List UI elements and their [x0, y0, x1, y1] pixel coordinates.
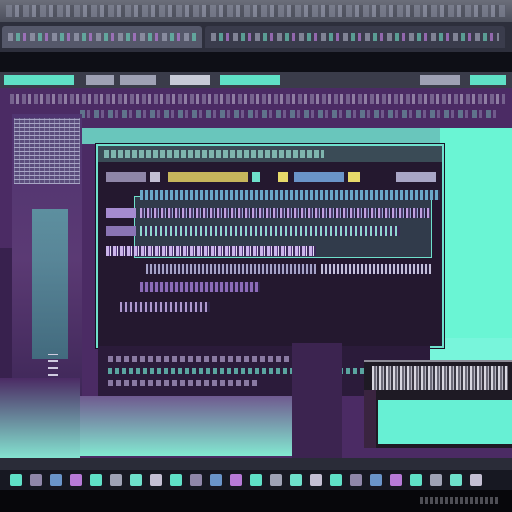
monitor-screen	[378, 400, 512, 444]
app-icon[interactable]	[10, 474, 22, 486]
monitor-header[interactable]	[372, 366, 508, 390]
menu-bar	[0, 52, 512, 72]
status-bar	[0, 458, 512, 470]
app-icon[interactable]	[170, 474, 182, 486]
app-icon[interactable]	[130, 474, 142, 486]
toolbar-button[interactable]	[4, 75, 74, 85]
footer-text-blur	[420, 497, 500, 504]
app-icon[interactable]	[370, 474, 382, 486]
track-row[interactable]	[106, 264, 436, 274]
toolbar-button[interactable]	[420, 75, 460, 85]
app-icon[interactable]	[470, 474, 482, 486]
track-waveform	[140, 208, 430, 218]
app-icon[interactable]	[190, 474, 202, 486]
track-row[interactable]	[106, 208, 436, 218]
app-icon[interactable]	[150, 474, 162, 486]
track-waveform	[140, 190, 440, 200]
toolbar-button[interactable]	[220, 75, 280, 85]
dialog-tool[interactable]	[396, 172, 436, 182]
left-preview	[0, 378, 80, 458]
level-meter	[32, 209, 68, 359]
toolbar	[0, 72, 512, 88]
tab-active[interactable]	[2, 26, 202, 48]
dialog-tool[interactable]	[252, 172, 260, 182]
ruler-row	[80, 110, 500, 118]
track-waveform	[106, 246, 316, 256]
taskbar	[0, 470, 512, 490]
dialog-tool[interactable]	[168, 172, 248, 182]
track-row[interactable]	[106, 246, 436, 256]
toolbar-button[interactable]	[170, 75, 210, 85]
track-row[interactable]	[106, 190, 440, 200]
track-header[interactable]	[106, 208, 136, 218]
toolbar-button[interactable]	[120, 75, 156, 85]
app-icon[interactable]	[50, 474, 62, 486]
dialog-tool[interactable]	[150, 172, 160, 182]
thumbnail-grid[interactable]	[14, 118, 80, 184]
app-icon[interactable]	[330, 474, 342, 486]
left-edge-column	[0, 248, 12, 388]
app-icon[interactable]	[230, 474, 242, 486]
property-row[interactable]	[108, 368, 408, 374]
title-bar-content	[6, 5, 506, 17]
app-icon[interactable]	[270, 474, 282, 486]
track-header[interactable]	[106, 226, 136, 236]
app-icon[interactable]	[30, 474, 42, 486]
workspace	[0, 88, 512, 463]
app-icon[interactable]	[110, 474, 122, 486]
track-waveform	[120, 302, 210, 312]
track-waveform	[140, 226, 400, 236]
preview-area	[80, 396, 295, 456]
dialog-title-blur	[104, 150, 324, 158]
dialog-tool[interactable]	[348, 172, 360, 182]
monitor-stand	[364, 390, 376, 448]
app-icon[interactable]	[450, 474, 462, 486]
app-icon[interactable]	[430, 474, 442, 486]
track-row[interactable]	[106, 302, 436, 312]
screen	[0, 0, 512, 512]
path-row	[10, 94, 505, 104]
footer-bar	[0, 490, 512, 512]
divider-column	[292, 343, 342, 463]
app-icon[interactable]	[250, 474, 262, 486]
app-icon[interactable]	[90, 474, 102, 486]
track-row[interactable]	[106, 282, 436, 292]
dialog-toolbar	[106, 172, 436, 182]
app-icon[interactable]	[350, 474, 362, 486]
editor-dialog	[96, 144, 444, 348]
highlight-strip	[82, 128, 442, 144]
track-waveform	[146, 264, 316, 274]
app-icon[interactable]	[210, 474, 222, 486]
toolbar-button[interactable]	[86, 75, 114, 85]
app-icon[interactable]	[290, 474, 302, 486]
track-waveform	[140, 282, 260, 292]
app-icon[interactable]	[390, 474, 402, 486]
app-icon[interactable]	[70, 474, 82, 486]
dialog-tool[interactable]	[106, 172, 146, 182]
tab-secondary[interactable]	[205, 26, 505, 48]
property-row[interactable]	[108, 380, 258, 386]
tab-label-blur	[8, 33, 196, 41]
app-icon[interactable]	[310, 474, 322, 486]
toolbar-button[interactable]	[470, 75, 506, 85]
dialog-title-bar[interactable]	[98, 146, 442, 162]
window-title-bar	[0, 0, 512, 22]
dialog-tool[interactable]	[278, 172, 288, 182]
track-row[interactable]	[106, 226, 436, 236]
right-canvas-area	[440, 128, 512, 348]
dialog-tool[interactable]	[294, 172, 344, 182]
app-icon[interactable]	[410, 474, 422, 486]
side-monitor-panel	[364, 360, 512, 448]
left-panel	[12, 114, 82, 404]
track-waveform	[321, 264, 431, 274]
tab-label-blur	[211, 33, 499, 41]
tab-strip	[0, 22, 512, 52]
